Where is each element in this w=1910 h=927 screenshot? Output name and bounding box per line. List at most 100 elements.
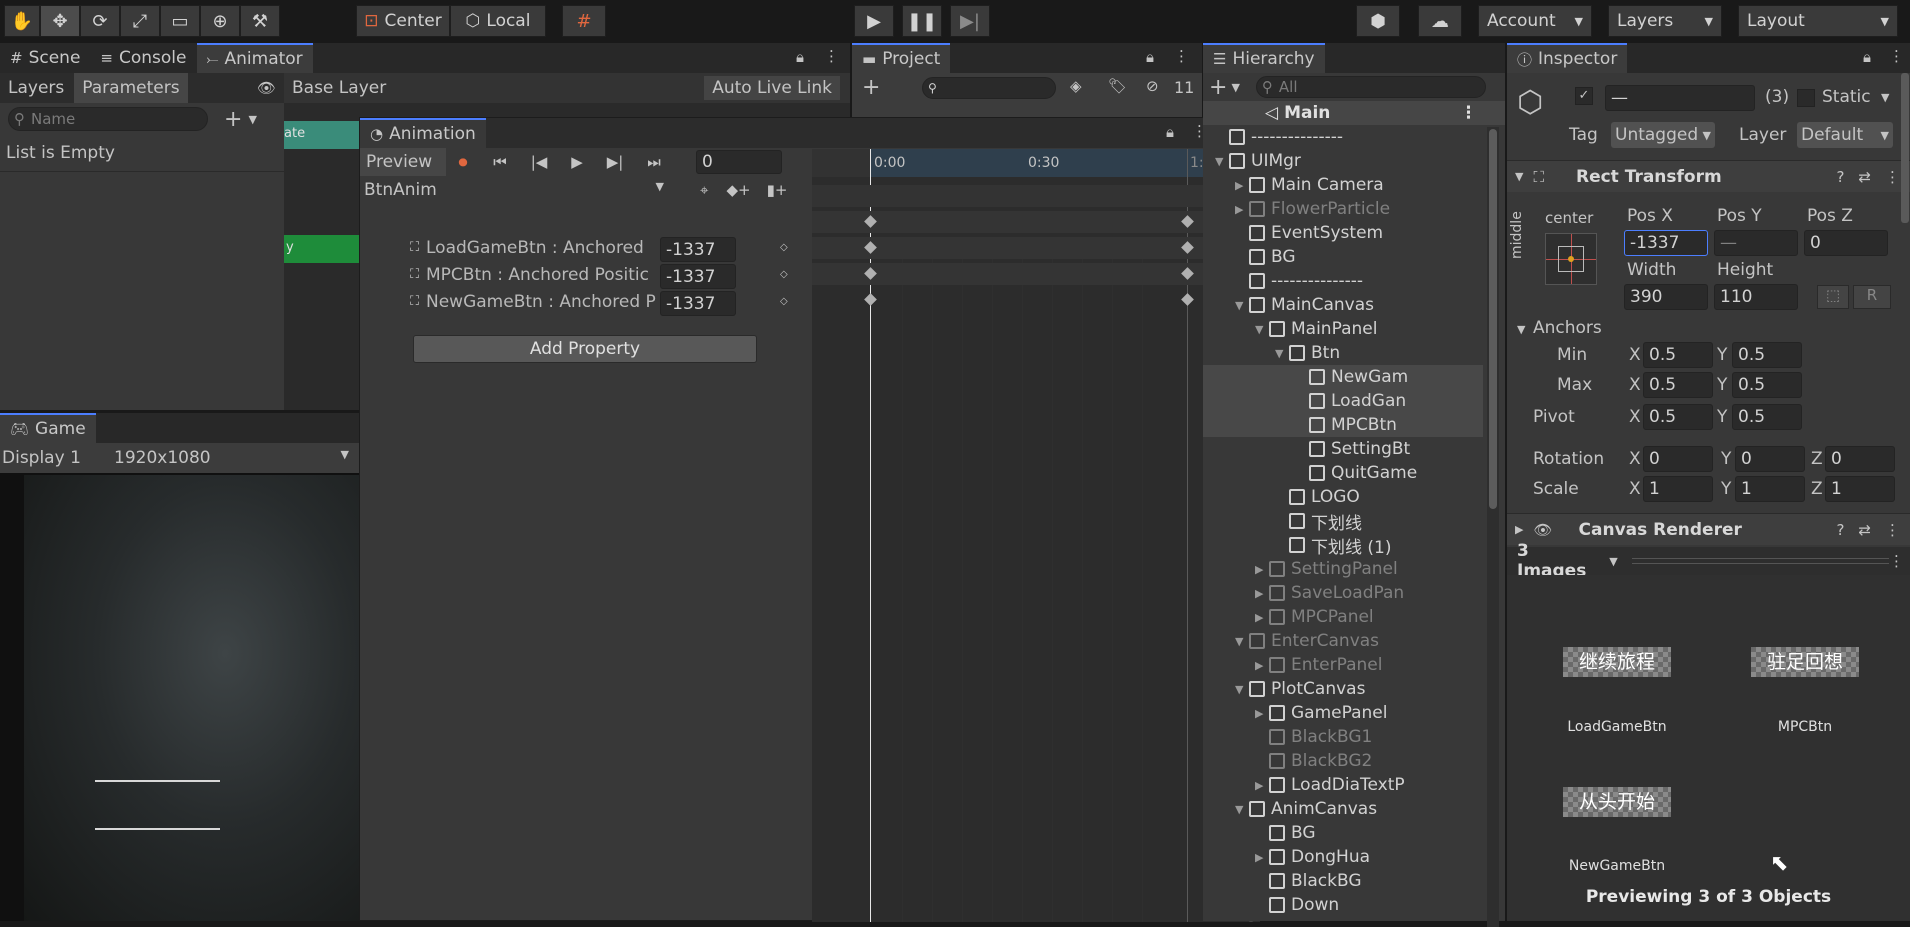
scale-x-field[interactable]: 1	[1643, 476, 1713, 502]
chevron-right-icon[interactable]: ▶	[1255, 659, 1269, 672]
property-value-input[interactable]: -1337	[660, 264, 736, 289]
hierarchy-item[interactable]: EventSystem	[1203, 221, 1483, 245]
more-icon[interactable]: ⋮	[824, 47, 839, 65]
state-node-2[interactable]: y	[284, 235, 362, 263]
tab-project[interactable]: ▬ Project	[852, 43, 951, 73]
chevron-right-icon[interactable]: ▶	[1255, 779, 1269, 792]
more-icon[interactable]: ⋮	[1885, 521, 1900, 539]
blueprint-mode-icon[interactable]: ⬚	[1817, 285, 1849, 309]
cloud-icon[interactable]: ☁	[1418, 5, 1462, 37]
scale-z-field[interactable]: 1	[1825, 476, 1895, 502]
parameter-search-input[interactable]: ⚲ Name	[8, 107, 208, 131]
hierarchy-item[interactable]: ▶ DongHua	[1203, 845, 1483, 869]
chevron-right-icon[interactable]: ▶	[1255, 587, 1269, 600]
hidden-packages-icon[interactable]: ⊘	[1146, 77, 1159, 95]
hierarchy-item[interactable]: SettingBt	[1203, 437, 1483, 461]
chevron-down-icon[interactable]: ▼	[1275, 347, 1289, 360]
hierarchy-item[interactable]: BlackBG	[1203, 869, 1483, 893]
hierarchy-item[interactable]: QuitGame	[1203, 461, 1483, 485]
play-icon[interactable]: ▶	[558, 153, 596, 171]
rotation-z-field[interactable]: 0	[1825, 446, 1895, 472]
next-key-icon[interactable]: ▶|	[596, 153, 634, 171]
create-icon[interactable]: +	[1209, 75, 1227, 100]
chevron-right-icon[interactable]: ▶	[1235, 179, 1249, 192]
keyframe-diamond-icon[interactable]: ◇	[780, 242, 788, 253]
property-value-input[interactable]: -1337	[660, 291, 736, 316]
layout-dropdown[interactable]: Layout ▼	[1738, 5, 1898, 37]
tab-hierarchy[interactable]: ☰ Hierarchy	[1203, 43, 1325, 73]
more-icon[interactable]: ⋮	[1889, 552, 1904, 570]
tab-inspector[interactable]: ⓘ Inspector	[1507, 43, 1628, 73]
pivot-x-field[interactable]: 0.5	[1643, 404, 1713, 430]
hierarchy-item[interactable]: ▼ EnterCanvas	[1203, 629, 1483, 653]
rect-tool-icon[interactable]: ▭	[160, 5, 200, 37]
hierarchy-item[interactable]: NewGam	[1203, 365, 1483, 389]
help-icon[interactable]: ?	[1836, 521, 1844, 539]
property-value-input[interactable]: -1337	[660, 237, 736, 262]
keyframe[interactable]	[1181, 293, 1194, 306]
chevron-down-icon[interactable]: ▼	[1235, 683, 1249, 696]
preview-button[interactable]: Preview	[360, 148, 446, 176]
hierarchy-search-input[interactable]: ⚲ All	[1255, 76, 1486, 98]
chevron-down-icon[interactable]: ▼	[1881, 91, 1889, 104]
lock-icon[interactable]: 🔒︎	[1166, 123, 1174, 141]
custom-tool-icon[interactable]: ⚒	[240, 5, 280, 37]
hierarchy-item[interactable]: BG	[1203, 245, 1483, 269]
add-event-icon[interactable]: ▮+	[767, 181, 788, 199]
more-icon[interactable]: ⋮	[1885, 168, 1900, 186]
hierarchy-item[interactable]: ▶ SettingPanel	[1203, 557, 1483, 581]
layers-dropdown[interactable]: Layers ▼	[1608, 5, 1722, 37]
hierarchy-item[interactable]: 下划线 (1)	[1203, 533, 1483, 558]
chevron-down-icon[interactable]: ▼	[1235, 299, 1249, 312]
hierarchy-item[interactable]: ---------------	[1203, 125, 1483, 149]
tab-scene[interactable]: # Scene	[0, 43, 90, 73]
hierarchy-item[interactable]: BG	[1203, 821, 1483, 845]
hand-tool-icon[interactable]: ✋	[4, 5, 40, 37]
hierarchy-item[interactable]: LOGO	[1203, 485, 1483, 509]
prev-key-icon[interactable]: |◀	[520, 153, 558, 171]
collab-icon[interactable]: ⬢	[1356, 5, 1400, 37]
hierarchy-item[interactable]: ▶ SaveLoadPan	[1203, 581, 1483, 605]
lock-icon[interactable]: 🔒︎	[1863, 48, 1871, 66]
rotate-tool-icon[interactable]: ⟳	[80, 5, 120, 37]
anchor-max-x-field[interactable]: 0.5	[1643, 372, 1713, 398]
chevron-down-icon[interactable]: ▼	[1215, 155, 1229, 168]
more-icon[interactable]: ⋮	[1174, 47, 1189, 65]
step-button[interactable]: ▶|	[950, 5, 990, 37]
pause-button[interactable]: ❚❚	[902, 5, 942, 37]
pivot-y-field[interactable]: 0.5	[1732, 404, 1802, 430]
tab-game[interactable]: 🎮︎ Game	[0, 413, 96, 443]
raw-edit-button[interactable]: R	[1853, 285, 1891, 309]
tag-dropdown[interactable]: Untagged ▼	[1611, 122, 1715, 148]
keyframe-diamond-icon[interactable]: ◇	[780, 296, 788, 307]
tab-layers[interactable]: Layers	[0, 78, 72, 98]
tab-animator[interactable]: ⤚ Animator	[196, 43, 313, 73]
scale-tool-icon[interactable]: ⤢	[120, 5, 160, 37]
more-icon[interactable]: ⋮	[1460, 103, 1477, 123]
hierarchy-item[interactable]: ▼ AnimCanvas	[1203, 797, 1483, 821]
pos-x-field[interactable]: -1337	[1624, 230, 1708, 256]
play-button[interactable]: ▶	[854, 5, 894, 37]
property-row[interactable]: ⛶ MPCBtn : Anchored Positic -1337	[410, 264, 740, 289]
chevron-down-icon[interactable]: ▼	[1255, 323, 1269, 336]
tab-console[interactable]: ≡ Console	[90, 43, 196, 73]
chevron-right-icon[interactable]: ▶	[1255, 851, 1269, 864]
pivot-center-button[interactable]: ⊡ Center	[356, 5, 450, 37]
scrollbar-thumb[interactable]	[1489, 129, 1497, 509]
project-search-input[interactable]: ⚲	[922, 77, 1056, 99]
height-field[interactable]: 110	[1714, 284, 1798, 310]
width-field[interactable]: 390	[1624, 284, 1708, 310]
keyframe-diamond-icon[interactable]: ◇	[780, 269, 788, 280]
anchor-max-y-field[interactable]: 0.5	[1732, 372, 1802, 398]
chevron-down-icon[interactable]: ▼	[1235, 803, 1249, 816]
pos-z-field[interactable]: 0	[1804, 230, 1888, 256]
chevron-down-icon[interactable]: ▼	[1517, 323, 1525, 336]
rotation-x-field[interactable]: 0	[1643, 446, 1713, 472]
hierarchy-item[interactable]: ▶ FlowerParticle	[1203, 197, 1483, 221]
last-key-icon[interactable]: ⏭	[634, 153, 674, 171]
game-view[interactable]	[0, 473, 359, 921]
chevron-right-icon[interactable]: ▶	[1255, 563, 1269, 576]
hierarchy-item[interactable]: ▶ EnterPanel	[1203, 653, 1483, 677]
transform-tool-icon[interactable]: ⊕	[200, 5, 240, 37]
rotation-y-field[interactable]: 0	[1735, 446, 1805, 472]
